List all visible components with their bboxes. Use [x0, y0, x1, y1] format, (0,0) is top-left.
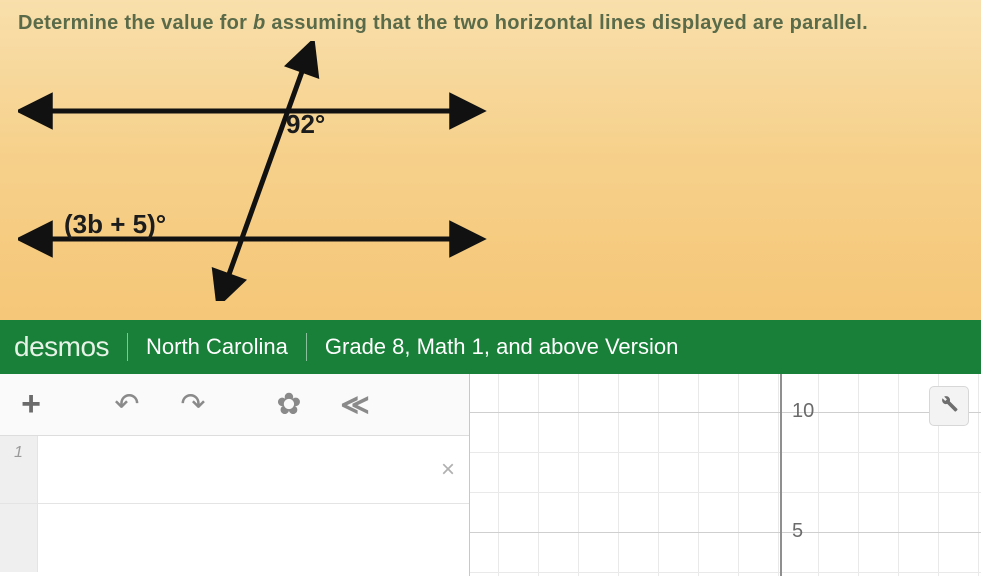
add-expression-button[interactable]: + [10, 384, 52, 426]
question-variable: b [253, 12, 266, 34]
divider [127, 333, 128, 361]
row-index-empty [0, 504, 38, 572]
question-text: Determine the value for b assuming that … [18, 12, 963, 35]
undo-button[interactable]: ↶ [106, 384, 148, 426]
desmos-logo: desmos [14, 331, 109, 363]
figure-svg [18, 41, 498, 301]
row-index: 1 [0, 436, 38, 503]
divider [306, 333, 307, 361]
redo-button[interactable]: ↷ [172, 384, 214, 426]
version-label: Grade 8, Math 1, and above Version [325, 334, 678, 360]
angle-label-92: 92° [286, 109, 325, 140]
gridline-major [470, 532, 981, 533]
y-tick-5: 5 [792, 520, 803, 543]
question-prefix: Determine the value for [18, 12, 253, 34]
expression-row-empty[interactable] [0, 504, 469, 572]
desmos-header: desmos North Carolina Grade 8, Math 1, a… [0, 320, 981, 374]
gridline-major [470, 412, 981, 413]
angle-label-3b5: (3b + 5)° [64, 209, 166, 240]
expression-row[interactable]: 1 × [0, 436, 469, 504]
geometry-figure: 92° (3b + 5)° [18, 41, 498, 301]
calculator-area: + ↶ ↷ ✿ ≪ 1 × 10 5 [0, 374, 981, 576]
region-label: North Carolina [146, 334, 288, 360]
question-area: Determine the value for b assuming that … [0, 0, 981, 320]
wrench-icon [939, 393, 959, 419]
graph-panel[interactable]: 10 5 [470, 374, 981, 576]
y-tick-10: 10 [792, 400, 814, 423]
expression-input[interactable]: × [38, 436, 469, 503]
collapse-panel-button[interactable]: ≪ [334, 384, 376, 426]
expression-input-empty[interactable] [38, 504, 469, 572]
y-axis [780, 374, 782, 576]
expression-panel: + ↶ ↷ ✿ ≪ 1 × [0, 374, 470, 576]
delete-expression-button[interactable]: × [441, 456, 455, 484]
graph-settings-button[interactable] [929, 386, 969, 426]
question-suffix: assuming that the two horizontal lines d… [266, 12, 868, 34]
graph-grid [470, 374, 981, 576]
settings-button[interactable]: ✿ [268, 384, 310, 426]
expression-toolbar: + ↶ ↷ ✿ ≪ [0, 374, 469, 436]
